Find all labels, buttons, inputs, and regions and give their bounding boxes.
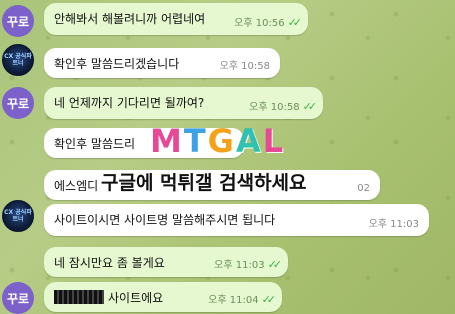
- agent-avatar[interactable]: CX 공식파트너: [2, 200, 34, 232]
- message-time: 오후 10:58: [249, 102, 300, 113]
- avatar-label: 꾸로: [6, 96, 30, 111]
- message-time: 오후 10:58: [219, 61, 270, 72]
- message-meta: 오후 10:56 ✓✓: [234, 14, 303, 29]
- read-receipt-icon: ✓✓: [261, 293, 277, 306]
- message-bubble-outgoing[interactable]: 네 언제까지 기다리면 될까여? 오후 10:58 ✓✓: [44, 87, 323, 119]
- watermark-letter: L: [262, 122, 286, 160]
- message-time: 오후 11:03: [368, 219, 419, 230]
- redacted-site-name: [54, 290, 104, 304]
- message-text: 확인후 말씀드리: [54, 137, 136, 151]
- read-receipt-icon: ✓✓: [267, 258, 283, 271]
- message-time: 02: [357, 183, 370, 194]
- read-receipt-icon: ✓✓: [302, 100, 318, 113]
- agent-avatar[interactable]: CX 공식파트너: [2, 44, 34, 76]
- user-avatar[interactable]: 꾸로: [2, 87, 34, 119]
- message-meta: 오후 10:58 ✓✓: [249, 98, 318, 113]
- message-text: 사이트에요: [108, 291, 164, 305]
- avatar-label: 꾸로: [6, 14, 30, 29]
- message-bubble-outgoing[interactable]: 네 잠시만요 좀 볼게요 오후 11:03 ✓✓: [44, 247, 288, 277]
- message-text: 안해봐서 해볼려니까 어렵네여: [54, 12, 206, 26]
- user-avatar[interactable]: 꾸로: [2, 5, 34, 37]
- message-bubble-incoming[interactable]: 확인후 말씀드리겠습니다 오후 10:58: [44, 48, 280, 78]
- message-bubble-incoming[interactable]: 확인후 말씀드리: [44, 128, 244, 158]
- message-bubble-incoming[interactable]: 에스엠디 02: [44, 170, 380, 200]
- message-text: 네 언제까지 기다리면 될까여?: [54, 96, 205, 110]
- agent-avatar-label: CX 공식파트너: [4, 53, 32, 67]
- message-meta: 오후 11:03 ✓✓: [214, 256, 283, 271]
- message-bubble-outgoing[interactable]: 사이트에요 오후 11:04 ✓✓: [44, 282, 282, 312]
- message-time: 오후 10:56: [234, 18, 285, 29]
- message-bubble-incoming[interactable]: 사이트이시면 사이트명 말씀해주시면 됩니다 오후 11:03: [44, 204, 429, 236]
- avatar-label: 꾸로: [6, 291, 30, 306]
- read-receipt-icon: ✓✓: [287, 16, 303, 29]
- agent-avatar-label: CX 공식파트너: [4, 209, 32, 223]
- message-text: 사이트이시면 사이트명 말씀해주시면 됩니다: [54, 213, 276, 227]
- message-time: 오후 11:04: [208, 295, 259, 306]
- message-meta: 오후 11:04 ✓✓: [208, 291, 277, 306]
- message-bubble-outgoing[interactable]: 안해봐서 해볼려니까 어렵네여 오후 10:56 ✓✓: [44, 3, 308, 35]
- message-text: 네 잠시만요 좀 볼게요: [54, 256, 165, 270]
- message-text: 에스엠디: [54, 179, 99, 193]
- message-text: 확인후 말씀드리겠습니다: [54, 57, 180, 71]
- user-avatar[interactable]: 꾸로: [2, 282, 34, 314]
- message-time: 오후 11:03: [214, 260, 265, 271]
